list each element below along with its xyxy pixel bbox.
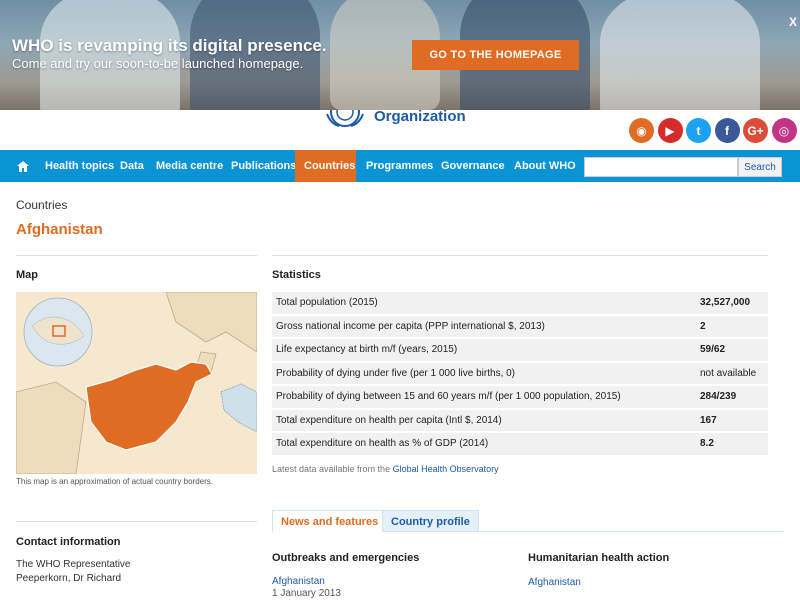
nav-item-about-who[interactable]: About WHO <box>505 150 585 182</box>
search-input[interactable] <box>584 157 738 177</box>
nav-item-governance[interactable]: Governance <box>432 150 514 182</box>
statistics-section-title: Statistics <box>272 269 321 281</box>
table-row: Total population (2015) 32,527,000 <box>272 292 768 314</box>
table-row: Total expenditure on health as % of GDP … <box>272 433 768 455</box>
stat-label: Total expenditure on health per capita (… <box>272 409 696 431</box>
statistics-source-prefix: Latest data available from the <box>272 464 393 474</box>
stat-value: 8.2 <box>696 433 768 455</box>
site-logo-text[interactable]: Organization <box>374 108 466 125</box>
stat-label: Probability of dying between 15 and 60 y… <box>272 386 696 408</box>
stat-value: 2 <box>696 315 768 337</box>
outbreaks-afghanistan-link[interactable]: Afghanistan <box>272 576 325 587</box>
contact-name: Peeperkorn, Dr Richard <box>16 573 122 584</box>
facebook-icon[interactable]: f <box>714 118 740 143</box>
un-emblem-icon <box>323 110 367 128</box>
nav-item-programmes[interactable]: Programmes <box>357 150 442 182</box>
banner-photo-figure <box>600 0 760 110</box>
country-map <box>16 292 257 474</box>
stat-label: Probability of dying under five (per 1 0… <box>272 362 696 384</box>
global-health-observatory-link[interactable]: Global Health Observatory <box>393 464 499 474</box>
divider <box>16 255 257 256</box>
map-section-title: Map <box>16 269 38 281</box>
contact-section-title: Contact information <box>16 536 121 548</box>
home-icon[interactable] <box>10 150 36 182</box>
stat-value: 32,527,000 <box>696 292 768 314</box>
outbreaks-title: Outbreaks and emergencies <box>272 552 420 564</box>
stat-value: 167 <box>696 409 768 431</box>
contact-role: The WHO Representative <box>16 559 131 570</box>
divider <box>16 521 257 522</box>
tab-news-and-features[interactable]: News and features <box>272 510 388 532</box>
statistics-source-note: Latest data available from the Global He… <box>272 464 499 474</box>
table-row: Total expenditure on health per capita (… <box>272 409 768 431</box>
google-plus-icon[interactable]: G+ <box>743 118 768 143</box>
divider <box>272 255 768 256</box>
page-title: Afghanistan <box>16 221 103 238</box>
humanitarian-afghanistan-link[interactable]: Afghanistan <box>528 577 581 588</box>
stat-label: Total expenditure on health as % of GDP … <box>272 433 696 455</box>
map-caption: This map is an approximation of actual c… <box>16 477 213 486</box>
stat-label: Life expectancy at birth m/f (years, 201… <box>272 339 696 361</box>
breadcrumb[interactable]: Countries <box>16 198 67 212</box>
table-row: Probability of dying under five (per 1 0… <box>272 362 768 384</box>
table-row: Gross national income per capita (PPP in… <box>272 315 768 337</box>
go-to-homepage-button[interactable]: GO TO THE HOMEPAGE <box>412 40 579 70</box>
instagram-icon[interactable]: ◎ <box>771 118 797 143</box>
table-row: Probability of dying between 15 and 60 y… <box>272 386 768 408</box>
banner-title: WHO is revamping its digital presence. <box>12 36 327 55</box>
stat-label: Total population (2015) <box>272 292 696 314</box>
promo-banner: WHO is revamping its digital presence. C… <box>0 0 800 110</box>
humanitarian-title: Humanitarian health action <box>528 552 670 564</box>
nav-item-countries[interactable]: Countries <box>295 150 356 182</box>
tab-country-profile[interactable]: Country profile <box>382 510 479 532</box>
stat-value: 284/239 <box>696 386 768 408</box>
youtube-icon[interactable]: ▶ <box>657 118 683 143</box>
outbreaks-date: 1 January 2013 <box>272 588 341 599</box>
stat-value: 59/62 <box>696 339 768 361</box>
close-banner-button[interactable]: X <box>789 15 797 29</box>
twitter-icon[interactable]: t <box>686 118 711 143</box>
nav-item-publications[interactable]: Publications <box>222 150 305 182</box>
search-button[interactable]: Search <box>738 157 782 177</box>
stat-label: Gross national income per capita (PPP in… <box>272 315 696 337</box>
statistics-table: Total population (2015) 32,527,000 Gross … <box>272 290 768 457</box>
stat-value: not available <box>696 362 768 384</box>
banner-subtitle: Come and try our soon-to-be launched hom… <box>12 56 304 71</box>
rss-icon[interactable]: ◉ <box>629 118 654 143</box>
table-row: Life expectancy at birth m/f (years, 201… <box>272 339 768 361</box>
nav-item-media-centre[interactable]: Media centre <box>147 150 232 182</box>
